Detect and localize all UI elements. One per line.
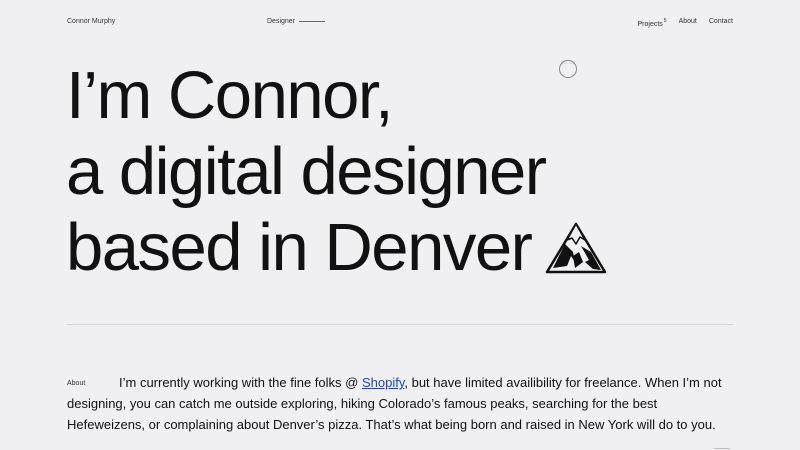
about-paragraph: I’m currently working with the fine folk… — [67, 372, 737, 435]
section-divider — [67, 324, 733, 325]
hero-line-3: based in Denver — [66, 210, 533, 285]
main-nav: Projects5 About Contact — [638, 18, 734, 28]
mountain-icon — [546, 222, 607, 274]
scroll-indicator — [714, 448, 730, 449]
nav-projects[interactable]: Projects5 — [638, 18, 667, 28]
hero-line-3-wrap: based in Denver — [66, 210, 607, 286]
shopify-link[interactable]: Shopify — [362, 375, 404, 390]
hero-line-2: a digital designer — [66, 134, 547, 209]
role-label: Designer — [267, 18, 326, 25]
role-divider-line — [299, 21, 326, 22]
nav-about[interactable]: About — [679, 18, 697, 28]
role-text: Designer — [267, 18, 296, 25]
nav-contact[interactable]: Contact — [709, 18, 733, 28]
hero-line-1: I’m Connor, — [66, 58, 394, 133]
hero-heading: I’m Connor, a digital designer based in … — [66, 58, 607, 286]
about-text-start: I’m currently working with the fine folk… — [119, 375, 362, 390]
top-bar: Connor Murphy Designer Projects5 About C… — [67, 18, 733, 30]
nav-projects-label: Projects — [637, 21, 663, 28]
site-brand[interactable]: Connor Murphy — [67, 18, 115, 25]
nav-projects-count: 5 — [663, 18, 667, 24]
